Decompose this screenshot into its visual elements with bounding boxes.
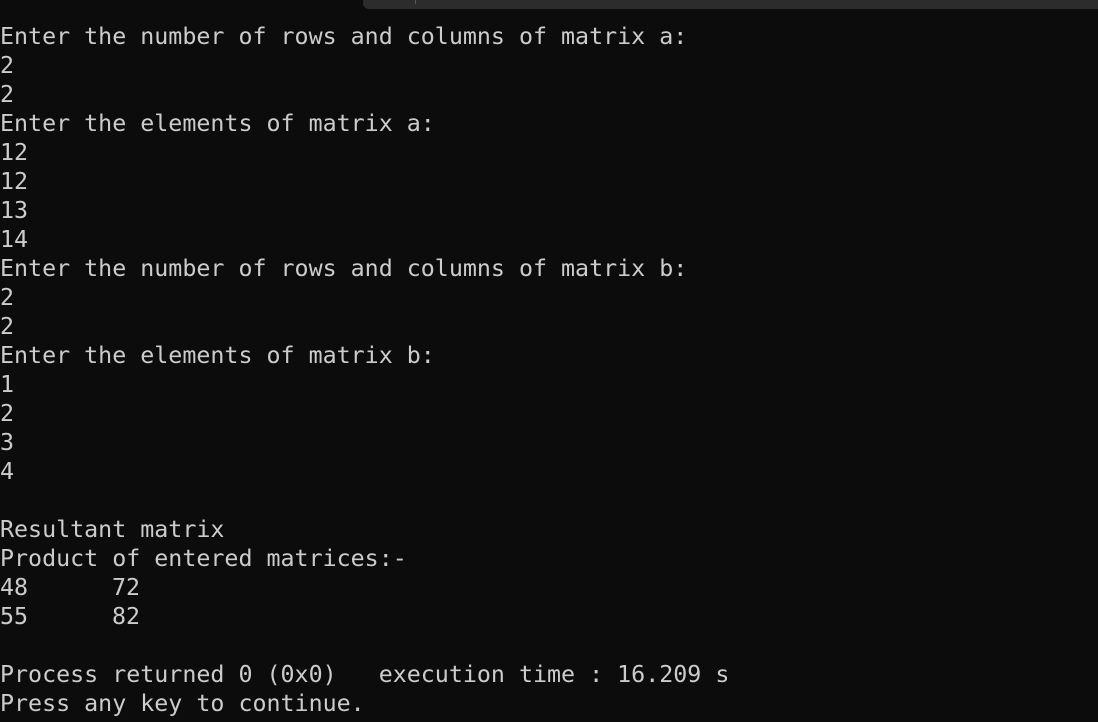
result-matrix-cell: 72 xyxy=(112,574,141,601)
console-line-product-heading: Product of entered matrices:- xyxy=(0,545,407,572)
console-line-prompt-b-dims: Enter the number of rows and columns of … xyxy=(0,255,688,282)
result-matrix-row: 48 72 xyxy=(0,573,1098,602)
result-matrix-row: 55 82 xyxy=(0,602,1098,631)
console-line-prompt-b-elems: Enter the elements of matrix b: xyxy=(0,342,435,369)
console-line-a-elem: 14 xyxy=(0,226,29,253)
console-line-process-status: Process returned 0 (0x0) execution time … xyxy=(0,661,730,688)
console-line-a-elem: 12 xyxy=(0,168,29,195)
console-line-a-cols: 2 xyxy=(0,81,15,108)
console-line-a-elem: 12 xyxy=(0,139,29,166)
console-output[interactable]: Enter the number of rows and columns of … xyxy=(0,22,1098,718)
result-matrix-cell: 48 xyxy=(0,574,29,601)
console-line-b-elem: 2 xyxy=(0,400,15,427)
window-tab-strip xyxy=(0,0,1098,9)
console-line-continue-prompt: Press any key to continue. xyxy=(0,690,365,717)
console-line-prompt-a-elems: Enter the elements of matrix a: xyxy=(0,110,435,137)
console-line-result-heading: Resultant matrix xyxy=(0,516,225,543)
result-matrix-cell: 55 xyxy=(0,603,29,630)
console-line-prompt-a-dims: Enter the number of rows and columns of … xyxy=(0,23,688,50)
active-tab[interactable] xyxy=(0,0,352,9)
result-matrix-cell: 82 xyxy=(112,603,141,630)
console-line-b-elem: 3 xyxy=(0,429,15,456)
tab-bar-background xyxy=(363,0,1098,9)
tab-separator xyxy=(415,0,416,4)
console-line-a-rows: 2 xyxy=(0,52,15,79)
console-line-a-elem: 13 xyxy=(0,197,29,224)
console-line-b-elem: 4 xyxy=(0,458,15,485)
console-line-b-cols: 2 xyxy=(0,313,15,340)
console-line-b-elem: 1 xyxy=(0,371,15,398)
console-line-b-rows: 2 xyxy=(0,284,15,311)
